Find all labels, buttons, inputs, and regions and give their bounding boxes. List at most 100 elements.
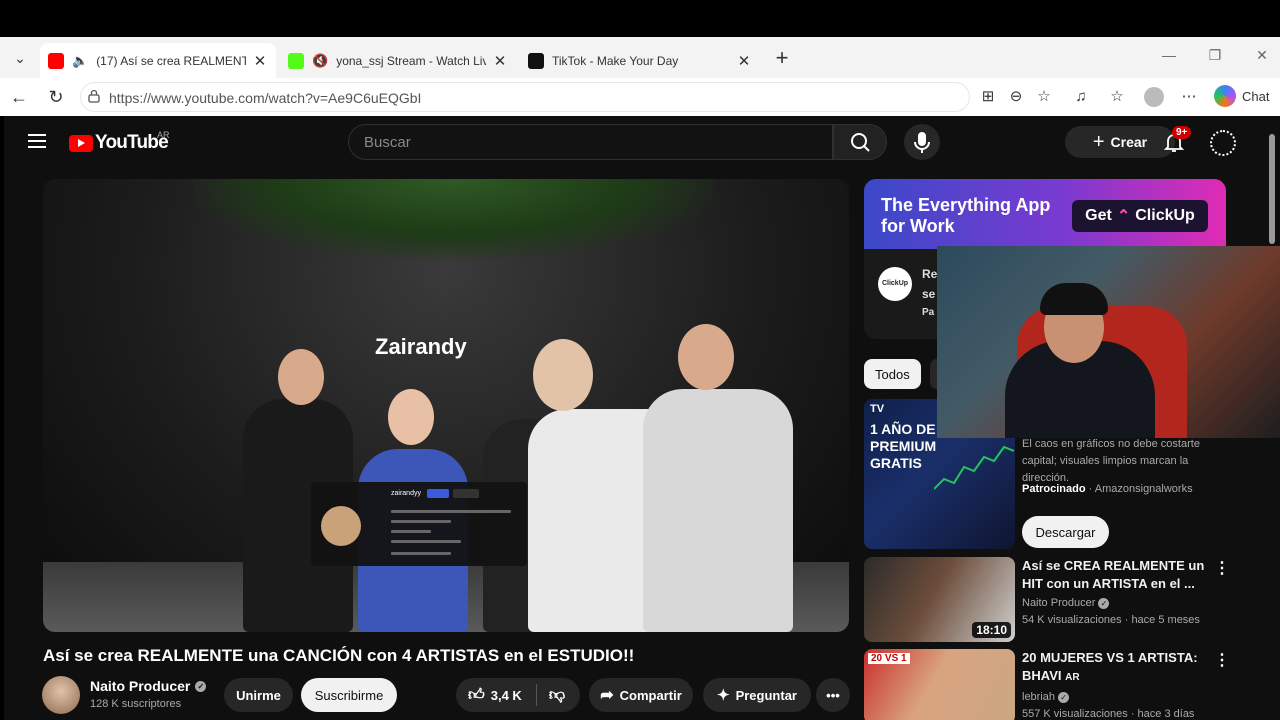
yt-header: YouTube AR Buscar + Crear 9+	[4, 116, 1280, 172]
chip-all[interactable]: Todos	[864, 359, 921, 389]
channel-avatar[interactable]	[42, 676, 80, 714]
favorites-icon[interactable]: ☆	[1107, 87, 1127, 107]
tab-kick[interactable]: 🔇 yona_ssj Stream - Watch Live ✕	[280, 43, 516, 78]
video-duration: 18:10	[972, 622, 1011, 638]
youtube-logo[interactable]: YouTube AR	[69, 130, 170, 154]
back-arrow-icon[interactable]: ←	[8, 86, 30, 108]
subscribe-label: Suscribirme	[314, 687, 384, 703]
youtube-play-icon	[69, 134, 93, 152]
apps-grid-icon[interactable]: ⊞	[978, 87, 998, 107]
search-input[interactable]: Buscar	[348, 124, 833, 160]
tab-close-icon[interactable]: ✕	[252, 52, 268, 70]
related-video-info[interactable]: Así se CREA REALMENTE un HIT con un ARTI…	[1022, 557, 1212, 629]
favorite-star-icon[interactable]: ☆	[1034, 87, 1054, 107]
reload-icon[interactable]: ↻	[45, 86, 67, 108]
profile-avatar-icon[interactable]	[1144, 87, 1164, 107]
related-menu-kebab-icon[interactable]: ⋮	[1214, 558, 1230, 578]
media-control-icon[interactable]: ♫	[1071, 87, 1091, 107]
related-thumbnail[interactable]: 20 VS 1	[864, 649, 1015, 720]
channel-name-text[interactable]: Naito Producer	[90, 678, 190, 694]
ig-line	[391, 520, 451, 523]
share-button[interactable]: ➦ Compartir	[589, 678, 693, 712]
ig-line	[391, 530, 431, 533]
lock-icon[interactable]	[87, 89, 101, 103]
thumb-badge: 20 VS 1	[868, 653, 910, 664]
ig-username: zairandyy	[391, 490, 421, 497]
related-meta: 557 K visualizaciones · hace 3 días	[1022, 708, 1195, 720]
tradingview-logo-icon: TV	[870, 403, 885, 415]
video-person-head	[278, 349, 324, 405]
chart-icon	[934, 445, 1014, 490]
join-label: Unirme	[236, 687, 281, 703]
tab-tiktok[interactable]: TikTok - Make Your Day ✕	[520, 43, 760, 78]
clickup-logo-icon: ⌃	[1116, 208, 1131, 225]
account-avatar[interactable]	[1210, 130, 1236, 156]
new-tab-plus-icon[interactable]: +	[770, 46, 794, 70]
sponsored-label: Patrocinado	[1022, 483, 1086, 495]
tab-youtube[interactable]: 🔈 (17) Así se crea REALMENTE u ✕	[40, 43, 276, 78]
restore-icon[interactable]: ❐	[1205, 47, 1225, 64]
address-bar[interactable]: https://www.youtube.com/watch?v=Ae9C6uEQ…	[80, 82, 970, 112]
related-menu-kebab-icon[interactable]: ⋮	[1214, 650, 1230, 670]
related-title[interactable]: 20 MUJERES VS 1 ARTISTA: BHAVI	[1022, 650, 1198, 683]
more-dots-icon: •••	[826, 687, 840, 703]
related-channel-name[interactable]: Naito Producer	[1022, 597, 1095, 609]
tab-close-icon[interactable]: ✕	[492, 52, 508, 70]
chip-all-label: Todos	[875, 366, 910, 382]
download-label: Descargar	[1035, 524, 1096, 540]
zoom-icon[interactable]: ⊖	[1006, 87, 1026, 107]
search-placeholder: Buscar	[364, 134, 411, 151]
ig-follow-button	[427, 489, 449, 498]
subscribe-button[interactable]: Suscribirme	[301, 678, 397, 712]
screen-top-bar	[0, 0, 1280, 37]
thumbs-down-icon[interactable]: 👎︎	[549, 686, 565, 705]
window-close-icon[interactable]: ✕	[1252, 47, 1272, 64]
voice-search-button[interactable]	[904, 124, 940, 160]
create-button[interactable]: + Crear	[1065, 126, 1175, 158]
ad-headline-line-2: for Work	[881, 216, 955, 236]
related-thumbnail[interactable]: 18:10	[864, 557, 1015, 642]
more-options-icon[interactable]: ⋯	[1179, 87, 1199, 107]
ad-get-button[interactable]: Get ⌃ ClickUp	[1072, 200, 1208, 232]
copilot-chat-button[interactable]: Chat	[1214, 85, 1269, 107]
webcam-person-hair	[1040, 283, 1108, 315]
plus-icon: +	[1092, 130, 1105, 153]
minimize-icon[interactable]: —	[1159, 47, 1179, 63]
streamer-webcam-overlay	[937, 246, 1280, 438]
related-video-info[interactable]: 20 MUJERES VS 1 ARTISTA: BHAVI AR lebria…	[1022, 649, 1212, 720]
video-plants	[193, 179, 713, 259]
copilot-icon	[1214, 85, 1236, 107]
related-channel: lebriah ✓	[1022, 689, 1212, 706]
thumbs-up-icon[interactable]: 👍︎	[468, 686, 485, 705]
clickup-avatar: ClickUp	[878, 267, 912, 301]
video-player[interactable]: Zairandy zairandyy	[43, 179, 849, 632]
ig-avatar	[321, 506, 361, 546]
youtube-page: YouTube AR Buscar + Crear 9+ Zairandy za…	[4, 116, 1280, 720]
ad-text-cut: Pa	[922, 307, 935, 318]
ad-get-label: Get	[1085, 207, 1112, 224]
menu-hamburger-icon[interactable]	[28, 134, 46, 148]
join-button[interactable]: Unirme	[224, 678, 293, 712]
verified-check-icon: ✓	[1098, 598, 1110, 609]
search-button[interactable]	[833, 124, 887, 160]
tab-actions-chevron-down-icon[interactable]: ⌄	[8, 46, 32, 70]
download-button[interactable]: Descargar	[1022, 516, 1109, 548]
ad-headline: The Everything App for Work	[881, 195, 1050, 237]
url-text[interactable]: https://www.youtube.com/watch?v=Ae9C6uEQ…	[109, 90, 421, 106]
video-person-head	[533, 339, 593, 411]
more-actions-button[interactable]: •••	[816, 678, 850, 712]
create-label: Crear	[1110, 134, 1148, 150]
speaker-icon[interactable]: 🔈	[72, 53, 88, 69]
microphone-icon	[914, 132, 930, 153]
related-title[interactable]: Así se CREA REALMENTE un HIT con un ARTI…	[1022, 557, 1212, 593]
related-title-row[interactable]: 20 MUJERES VS 1 ARTISTA: BHAVI AR	[1022, 649, 1212, 687]
ad-headline-line-1: The Everything App	[881, 195, 1051, 215]
ask-button[interactable]: ✦ Preguntar	[703, 678, 811, 712]
related-channel-name[interactable]: lebriah	[1022, 691, 1055, 703]
muted-speaker-icon[interactable]: 🔇	[312, 53, 328, 69]
channel-name[interactable]: Naito Producer ✓	[90, 678, 207, 694]
tab-close-icon[interactable]: ✕	[736, 52, 752, 70]
like-count[interactable]: 3,4 K	[491, 688, 522, 703]
ig-line	[391, 552, 451, 555]
page-scrollbar[interactable]	[1269, 134, 1275, 244]
